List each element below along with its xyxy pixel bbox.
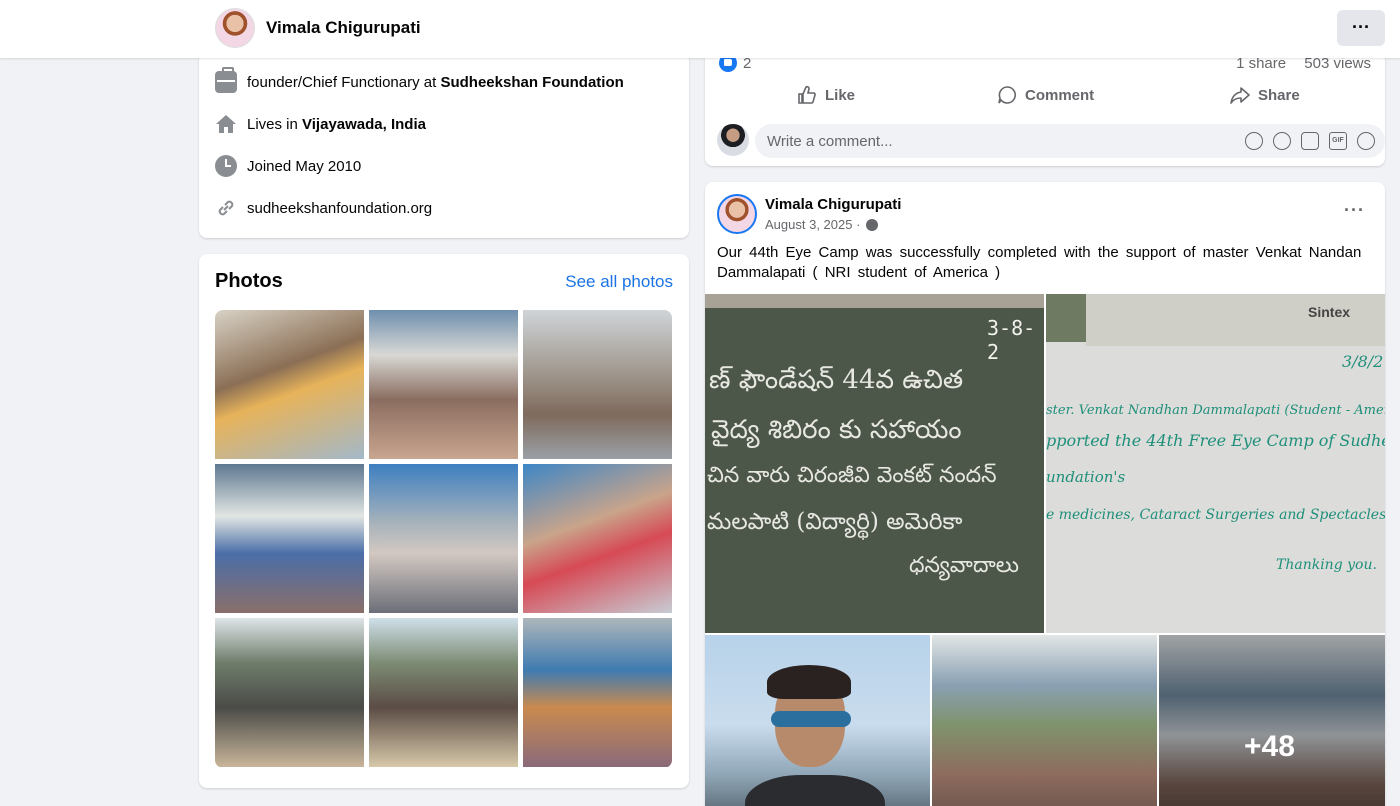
work-prefix: founder/Chief Functionary at — [247, 73, 441, 91]
post-author-name[interactable]: Vimala Chigurupati — [765, 196, 901, 213]
post-photo-crowd[interactable] — [932, 635, 1157, 806]
board-line: ధన్యవాదాలు — [909, 553, 1019, 578]
board-line: చిన వారు చిరంజీవి వెంకట్ నందన్ — [707, 463, 997, 488]
board-line: pported the 44th Free Eye Camp of Sudhee… — [1046, 431, 1385, 450]
intro-work: founder/Chief Functionary at Sudheekshan… — [215, 67, 624, 94]
profile-avatar[interactable] — [215, 8, 255, 48]
post-text: Our 44th Eye Camp was successfully compl… — [717, 244, 1362, 281]
like-button[interactable]: Like — [797, 85, 855, 105]
photos-card: Photos See all photos — [199, 254, 689, 788]
photo-thumbnail[interactable] — [215, 464, 364, 613]
comment-placeholder: Write a comment... — [767, 133, 893, 150]
share-button[interactable]: Share — [1230, 85, 1300, 105]
board-line: undation's — [1046, 468, 1126, 486]
post-photo-chalkboard[interactable]: 3-8-2 ణ్ ఫౌండేషన్ 44వ ఉచిత వైద్య శిబిరం … — [705, 294, 1044, 633]
lives-prefix: Lives in — [247, 115, 303, 133]
comment-input[interactable]: Write a comment... GIF — [755, 124, 1385, 158]
board-brand: Sintex — [1308, 304, 1351, 320]
post-menu-button[interactable]: ··· — [1344, 200, 1365, 221]
globe-icon — [866, 218, 879, 231]
board-line: e medicines, Cataract Surgeries and Spec… — [1046, 507, 1385, 523]
photo-thumbnail[interactable] — [369, 310, 518, 459]
board-line: ణ్ ఫౌండేషన్ 44వ ఉచిత — [709, 365, 964, 395]
user-avatar[interactable] — [717, 124, 749, 156]
board-line: ster. Venkat Nandhan Dammalapati (Studen… — [1046, 403, 1385, 418]
post-timestamp[interactable]: August 3, 2025 · — [765, 217, 879, 232]
comment-composer: Write a comment... GIF — [717, 124, 1385, 158]
intro-joined: Joined May 2010 — [215, 154, 361, 178]
home-icon — [216, 115, 236, 133]
post-photo-portrait[interactable] — [705, 635, 930, 806]
post: Vimala Chigurupati August 3, 2025 · ··· … — [705, 182, 1385, 806]
gif-icon[interactable]: GIF — [1329, 132, 1347, 150]
intro-website: sudheekshanfoundation.org — [215, 196, 432, 220]
photo-thumbnail[interactable] — [215, 310, 364, 459]
more-options-button[interactable]: ··· — [1337, 10, 1385, 46]
comment-icon — [998, 86, 1016, 104]
comment-tools: GIF — [1235, 132, 1375, 150]
board-line: వైద్య శిబిరం కు సహాయం — [711, 415, 962, 445]
photo-thumbnail[interactable] — [215, 618, 364, 767]
more-photos-count[interactable]: +48 — [1244, 730, 1295, 764]
link-icon — [218, 200, 234, 216]
post-photo-whiteboard[interactable]: Sintex 3/8/2 ster. Venkat Nandhan Dammal… — [1046, 294, 1385, 633]
joined-text: Joined May 2010 — [247, 157, 362, 175]
profile-header-bar: Vimala Chigurupati ··· — [0, 0, 1400, 58]
avatar-sticker-icon[interactable] — [1245, 132, 1263, 150]
photos-grid — [215, 310, 672, 768]
photo-thumbnail[interactable] — [369, 618, 518, 767]
photo-thumbnail[interactable] — [523, 618, 672, 767]
see-all-photos-link[interactable]: See all photos — [565, 272, 673, 292]
lives-place-link[interactable]: Vijayawada, India — [302, 116, 426, 133]
photo-thumbnail[interactable] — [523, 464, 672, 613]
work-organization-link[interactable]: Sudheekshan Foundation — [440, 74, 623, 91]
camera-icon[interactable] — [1301, 132, 1319, 150]
board-date: 3-8-2 — [987, 316, 1036, 364]
post-photo-exam[interactable] — [1159, 635, 1385, 806]
comment-button[interactable]: Comment — [997, 85, 1094, 105]
share-icon — [1230, 87, 1250, 104]
profile-name[interactable]: Vimala Chigurupati — [266, 18, 421, 38]
board-line: Thanking you. — [1276, 557, 1377, 573]
emoji-icon[interactable] — [1273, 132, 1291, 150]
photo-thumbnail[interactable] — [523, 310, 672, 459]
clock-icon — [215, 155, 237, 177]
board-line: మలపాటి (విద్యార్థి) అమెరికా — [707, 509, 963, 535]
previous-post-footer: 2 1 share 503 views Like Comment Share W… — [705, 40, 1385, 166]
photos-title: Photos — [215, 270, 283, 292]
briefcase-icon — [215, 67, 237, 93]
intro-card: founder/Chief Functionary at Sudheekshan… — [199, 40, 689, 238]
photo-thumbnail[interactable] — [369, 464, 518, 613]
intro-lives: Lives in Vijayawada, India — [215, 112, 426, 136]
thumbs-up-icon — [798, 85, 816, 104]
post-actions: Like Comment Share — [705, 82, 1385, 110]
sticker-icon[interactable] — [1357, 132, 1375, 150]
website-link[interactable]: sudheekshanfoundation.org — [247, 200, 432, 217]
board-date: 3/8/2 — [1342, 352, 1384, 371]
post-author-avatar[interactable] — [717, 194, 757, 234]
